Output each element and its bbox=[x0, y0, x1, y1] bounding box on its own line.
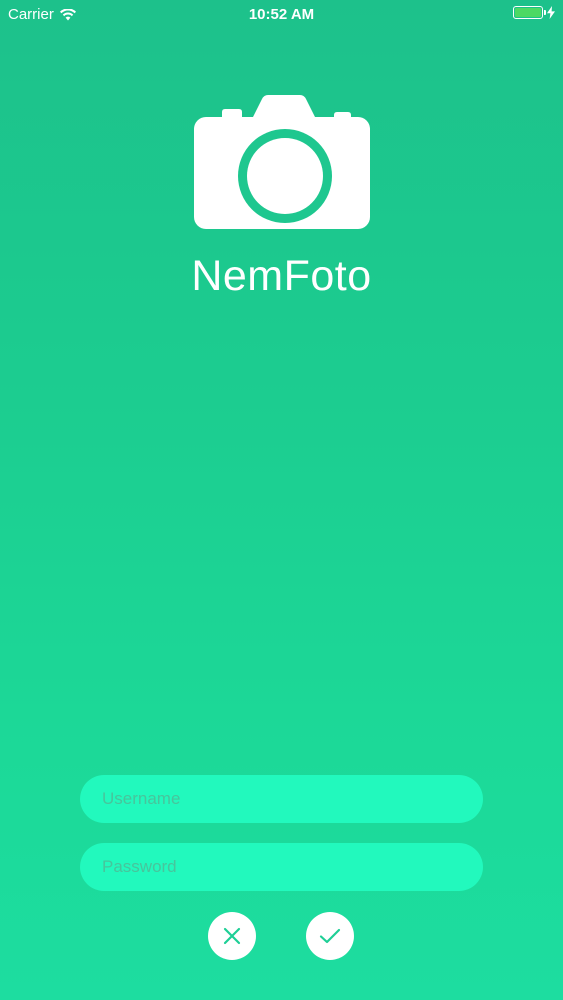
battery-tip bbox=[544, 10, 546, 15]
camera-icon bbox=[194, 95, 370, 229]
battery-level bbox=[515, 8, 541, 17]
password-input[interactable] bbox=[80, 843, 483, 891]
status-right bbox=[513, 6, 555, 19]
charging-bolt-icon bbox=[547, 6, 555, 19]
username-input[interactable] bbox=[80, 775, 483, 823]
login-screen: Carrier 10:52 AM NemFoto bbox=[0, 0, 563, 1000]
confirm-button[interactable] bbox=[306, 912, 354, 960]
app-name: NemFoto bbox=[191, 252, 372, 300]
close-icon bbox=[223, 927, 241, 945]
cancel-button[interactable] bbox=[208, 912, 256, 960]
checkmark-icon bbox=[319, 928, 341, 944]
battery-icon bbox=[513, 6, 546, 19]
status-time: 10:52 AM bbox=[248, 6, 315, 23]
status-bar: Carrier 10:52 AM bbox=[0, 0, 563, 30]
